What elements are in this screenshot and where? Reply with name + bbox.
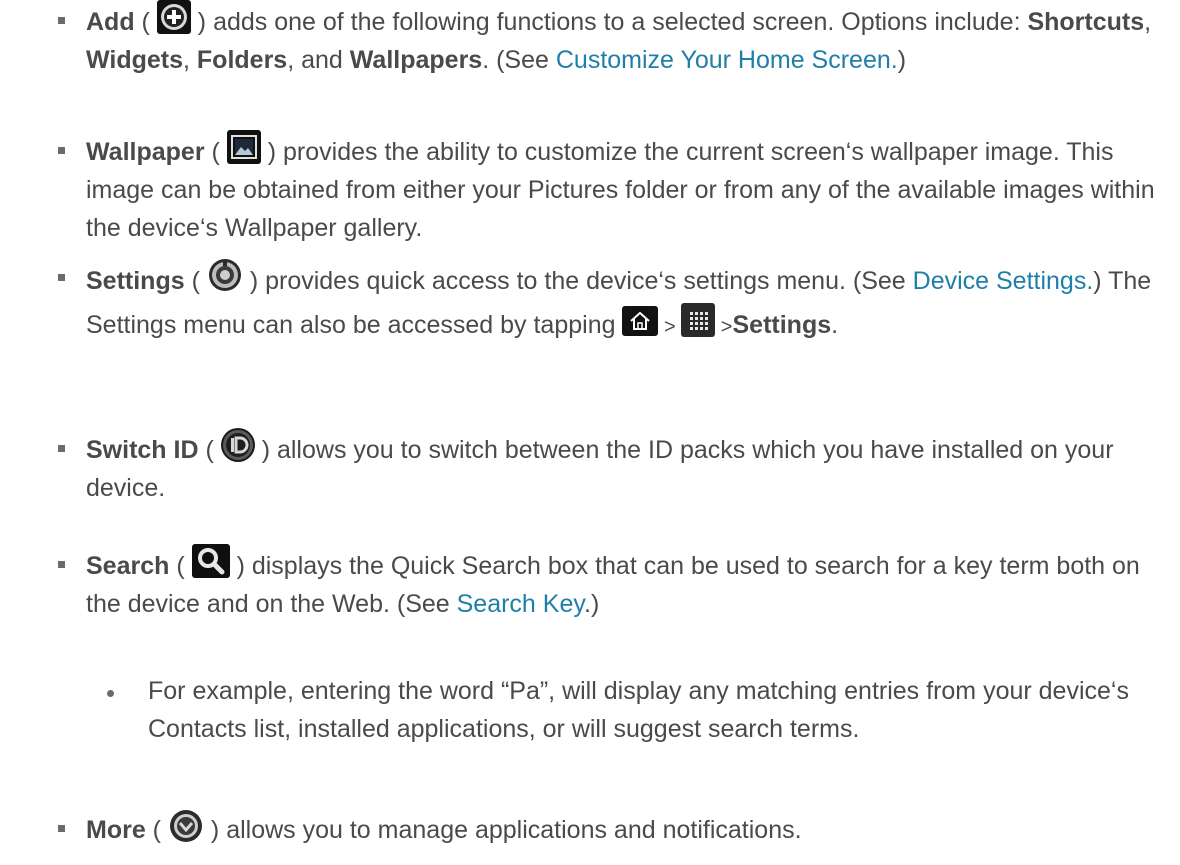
search-icon <box>191 544 230 578</box>
sub-list-item-example: For example, entering the word “Pa”, wil… <box>148 677 1129 743</box>
sub-bullet-marker <box>107 690 114 697</box>
more-chevron-icon <box>168 808 204 844</box>
apps-grid-icon <box>681 303 716 337</box>
switch-id-icon <box>220 428 255 462</box>
list-item-more: More ( ) allows you to manage applicatio… <box>86 808 1166 849</box>
list-item-wallpaper: Wallpaper ( ) provides the ability to cu… <box>86 130 1166 247</box>
bullet-marker <box>58 147 65 154</box>
list-item-add: Add ( ) adds one of the following functi… <box>86 0 1166 79</box>
link-search-key[interactable]: Search Key <box>457 590 584 618</box>
bullet-marker <box>58 274 65 281</box>
item-title: More <box>86 816 146 844</box>
item-title: Add <box>86 8 135 36</box>
add-circle-icon <box>156 0 191 34</box>
list-item-switch-id: Switch ID ( ) allows you to switch betwe… <box>86 428 1166 507</box>
item-title: Wallpaper <box>86 138 205 166</box>
link-device-settings[interactable]: Device Settings. <box>913 267 1094 295</box>
item-title: Switch ID <box>86 436 199 464</box>
item-title: Settings <box>86 267 185 295</box>
settings-gear-icon <box>207 257 243 293</box>
bullet-marker <box>58 445 65 452</box>
picture-icon <box>226 130 261 164</box>
bullet-marker <box>58 17 65 24</box>
link-customize-home-screen[interactable]: Customize Your Home Screen. <box>556 46 898 74</box>
item-title: Search <box>86 552 170 580</box>
bullet-marker <box>58 825 65 832</box>
bullet-marker <box>58 561 65 568</box>
list-item-settings: Settings ( ) provides quick access to th… <box>86 257 1166 349</box>
list-item-search: Search ( ) displays the Quick Search box… <box>86 544 1166 623</box>
home-icon <box>622 306 659 336</box>
